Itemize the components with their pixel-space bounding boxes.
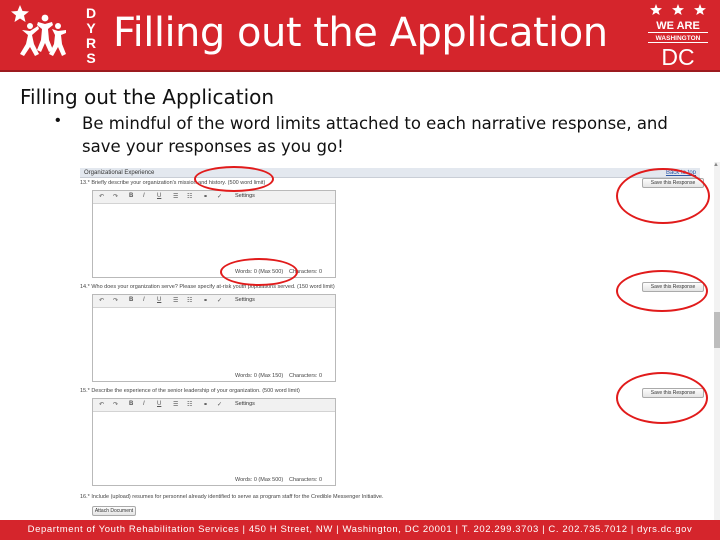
bullet-list-icon[interactable]: ☰	[173, 297, 178, 304]
bullet-list-icon[interactable]: ☰	[173, 193, 178, 200]
bullet-icon: •	[55, 112, 61, 129]
italic-icon[interactable]: I	[143, 401, 145, 407]
editor-settings[interactable]: Settings	[235, 401, 255, 407]
header-divider	[0, 70, 720, 72]
link-icon[interactable]: ⚭	[203, 297, 208, 304]
bold-icon[interactable]: B	[129, 297, 133, 303]
question-16-label: 16.* Include (upload) resumes for person…	[80, 494, 384, 500]
numbered-list-icon[interactable]: ☷	[187, 297, 192, 304]
application-form-screenshot: ▲ Organizational Experience Back to top …	[74, 162, 720, 520]
star-icon	[672, 4, 684, 15]
section-header: Organizational Experience Back to top	[80, 168, 700, 178]
redo-icon[interactable]: ↷	[113, 401, 118, 408]
redo-icon[interactable]: ↷	[113, 193, 118, 200]
section-title: Organizational Experience	[84, 170, 155, 176]
highlight-circle-save-13	[616, 168, 710, 224]
underline-icon[interactable]: U	[157, 193, 161, 199]
editor-statusbar: Words: 0 (Max 500) Characters: 0	[93, 267, 335, 277]
editor-statusbar: Words: 0 (Max 150) Characters: 0	[93, 371, 335, 381]
slide-title: Filling out the Application	[113, 10, 608, 56]
redo-icon[interactable]: ↷	[113, 297, 118, 304]
dc-logo-line-3: DC	[661, 44, 694, 68]
response-editor-13[interactable]: ↶ ↷ B I U ☰ ☷ ⚭ ✓ Settings Words: 0 (Max…	[92, 190, 336, 278]
dyrs-letter-s: S	[86, 50, 95, 66]
bullet-text: Be mindful of the word limits attached t…	[82, 114, 668, 156]
italic-icon[interactable]: I	[143, 297, 145, 303]
slide-header: D Y R S Filling out the Application WE A…	[0, 0, 720, 70]
numbered-list-icon[interactable]: ☷	[187, 401, 192, 408]
dyrs-logo: D Y R S	[11, 5, 96, 66]
spellcheck-icon[interactable]: ✓	[217, 401, 222, 408]
highlight-circle-word-limit-13	[194, 166, 274, 192]
question-14-label: 14.* Who does your organization serve? P…	[80, 284, 335, 290]
editor-toolbar: ↶ ↷ B I U ☰ ☷ ⚭ ✓ Settings	[93, 399, 335, 412]
scrollbar[interactable]: ▲	[713, 162, 720, 520]
slide-footer: Department of Youth Rehabilitation Servi…	[0, 520, 720, 540]
editor-settings[interactable]: Settings	[235, 193, 255, 199]
highlight-circle-save-15	[616, 372, 708, 424]
dc-logo-line-1: WE ARE	[656, 20, 700, 32]
editor-statusbar: Words: 0 (Max 500) Characters: 0	[93, 475, 335, 485]
word-count: Words: 0 (Max 150)	[235, 373, 284, 379]
underline-icon[interactable]: U	[157, 297, 161, 303]
response-editor-15[interactable]: ↶ ↷ B I U ☰ ☷ ⚭ ✓ Settings Words: 0 (Max…	[92, 398, 336, 486]
underline-icon[interactable]: U	[157, 401, 161, 407]
undo-icon[interactable]: ↶	[99, 193, 104, 200]
attach-document-button[interactable]: Attach Document	[92, 506, 136, 516]
dyrs-letter-d: D	[86, 5, 96, 21]
undo-icon[interactable]: ↶	[99, 297, 104, 304]
highlight-circle-word-count-13	[220, 258, 298, 286]
italic-icon[interactable]: I	[143, 193, 145, 199]
scrollbar-thumb[interactable]	[714, 312, 720, 348]
editor-toolbar: ↶ ↷ B I U ☰ ☷ ⚭ ✓ Settings	[93, 295, 335, 308]
editor-toolbar: ↶ ↷ B I U ☰ ☷ ⚭ ✓ Settings	[93, 191, 335, 204]
editor-settings[interactable]: Settings	[235, 297, 255, 303]
star-icon	[11, 5, 29, 22]
bold-icon[interactable]: B	[129, 401, 133, 407]
we-are-washington-dc-logo: WE ARE WASHINGTON DC	[648, 4, 708, 68]
figures-icon	[20, 14, 66, 56]
word-count: Words: 0 (Max 500)	[235, 477, 284, 483]
link-icon[interactable]: ⚭	[203, 193, 208, 200]
undo-icon[interactable]: ↶	[99, 401, 104, 408]
numbered-list-icon[interactable]: ☷	[187, 193, 192, 200]
question-15-label: 15.* Describe the experience of the seni…	[80, 388, 300, 394]
link-icon[interactable]: ⚭	[203, 401, 208, 408]
dc-logo-line-2: WASHINGTON	[656, 35, 701, 42]
bold-icon[interactable]: B	[129, 193, 133, 199]
star-icon	[694, 4, 706, 15]
character-count: Characters: 0	[289, 373, 323, 379]
character-count: Characters: 0	[289, 477, 323, 483]
dyrs-letter-r: R	[86, 35, 96, 51]
slide-subtitle: Filling out the Application	[20, 85, 275, 109]
dyrs-letter-y: Y	[86, 20, 96, 36]
spellcheck-icon[interactable]: ✓	[217, 193, 222, 200]
scroll-up-icon[interactable]: ▲	[713, 162, 719, 168]
response-editor-14[interactable]: ↶ ↷ B I U ☰ ☷ ⚭ ✓ Settings Words: 0 (Max…	[92, 294, 336, 382]
highlight-circle-save-14	[616, 270, 708, 312]
spellcheck-icon[interactable]: ✓	[217, 297, 222, 304]
star-icon	[650, 4, 662, 15]
bullet-list-icon[interactable]: ☰	[173, 401, 178, 408]
